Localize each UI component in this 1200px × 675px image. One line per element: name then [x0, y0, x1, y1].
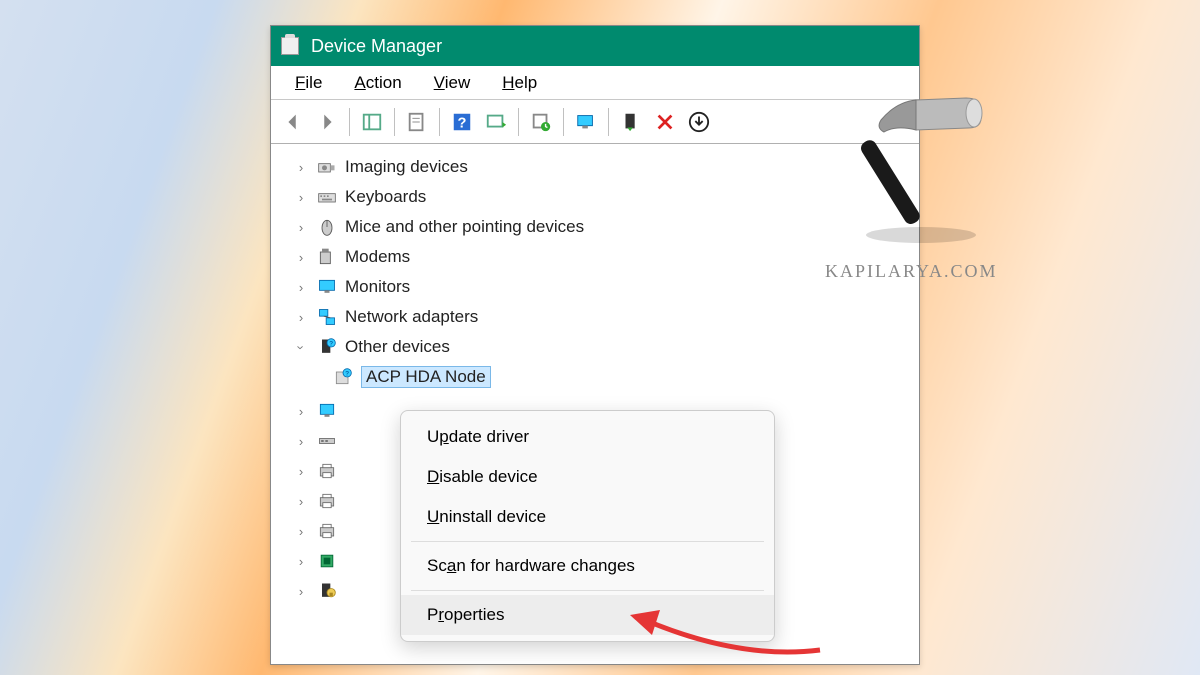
expand-icon[interactable]: › — [293, 160, 309, 175]
modem-icon — [317, 247, 337, 267]
context-menu: Update driver Disable device Uninstall d… — [400, 410, 775, 642]
svg-text:?: ? — [458, 115, 467, 131]
menu-view[interactable]: View — [418, 69, 487, 97]
ctx-uninstall-device[interactable]: Uninstall device — [401, 497, 774, 537]
tree-label: Modems — [345, 247, 410, 267]
expand-icon[interactable]: › — [293, 464, 309, 479]
mouse-icon — [317, 217, 337, 237]
expand-icon[interactable]: › — [293, 584, 309, 599]
monitor-icon — [317, 277, 337, 297]
titlebar[interactable]: Device Manager — [271, 26, 919, 66]
tree-label-selected: ACP HDA Node — [361, 366, 491, 388]
expand-icon[interactable]: › — [293, 554, 309, 569]
menubar: File Action View Help — [271, 66, 919, 100]
tree-item-other-devices[interactable]: › ? Other devices — [289, 332, 919, 362]
toolbar: ? — [271, 100, 919, 144]
camera-icon — [317, 157, 337, 177]
tree-label: Network adapters — [345, 307, 478, 327]
menu-action[interactable]: Action — [338, 69, 417, 97]
port-icon — [317, 431, 337, 451]
ctx-update-driver[interactable]: Update driver — [401, 417, 774, 457]
expand-icon[interactable]: › — [293, 404, 309, 419]
expand-icon[interactable]: › — [293, 310, 309, 325]
toolbar-separator — [608, 108, 609, 136]
uninstall-button[interactable] — [649, 106, 681, 138]
unknown-device-icon: ? — [333, 367, 353, 387]
toolbar-separator — [563, 108, 564, 136]
toolbar-separator — [439, 108, 440, 136]
network-icon — [317, 307, 337, 327]
ctx-separator — [411, 590, 764, 591]
collapse-icon[interactable]: › — [294, 339, 309, 355]
watermark: KAPILARYA.COM — [825, 80, 998, 282]
svg-text:?: ? — [329, 340, 333, 347]
expand-icon[interactable]: › — [293, 190, 309, 205]
enable-button[interactable] — [615, 106, 647, 138]
tree-label: Imaging devices — [345, 157, 468, 177]
cpu-icon — [317, 551, 337, 571]
printer-icon — [317, 461, 337, 481]
expand-icon[interactable]: › — [293, 494, 309, 509]
toolbar-separator — [349, 108, 350, 136]
expand-icon[interactable]: › — [293, 524, 309, 539]
tree-label: Monitors — [345, 277, 410, 297]
other-devices-icon: ? — [317, 337, 337, 357]
app-icon — [281, 37, 299, 55]
tree-label: Other devices — [345, 337, 450, 357]
expand-icon[interactable]: › — [293, 434, 309, 449]
menu-help[interactable]: Help — [486, 69, 553, 97]
forward-button[interactable] — [311, 106, 343, 138]
expand-icon[interactable]: › — [293, 250, 309, 265]
ctx-separator — [411, 541, 764, 542]
help-button[interactable]: ? — [446, 106, 478, 138]
properties-button[interactable] — [401, 106, 433, 138]
show-hide-tree-button[interactable] — [356, 106, 388, 138]
download-button[interactable] — [683, 106, 715, 138]
menu-file[interactable]: File — [279, 69, 338, 97]
back-button[interactable] — [277, 106, 309, 138]
expand-icon[interactable]: › — [293, 220, 309, 235]
hammer-icon — [825, 80, 998, 255]
update-driver-button[interactable] — [525, 106, 557, 138]
ctx-scan-hardware[interactable]: Scan for hardware changes — [401, 546, 774, 586]
printer-icon — [317, 521, 337, 541]
toolbar-separator — [394, 108, 395, 136]
tree-item-acp-hda-node[interactable]: ? ACP HDA Node — [289, 362, 919, 392]
tree-item-network[interactable]: › Network adapters — [289, 302, 919, 332]
watermark-text: KAPILARYA.COM — [825, 261, 998, 282]
disable-button[interactable] — [570, 106, 602, 138]
keyboard-icon — [317, 187, 337, 207]
scan-button[interactable] — [480, 106, 512, 138]
svg-text:?: ? — [345, 370, 349, 377]
ctx-properties[interactable]: Properties — [401, 595, 774, 635]
window-title: Device Manager — [311, 36, 442, 57]
tree-label: Mice and other pointing devices — [345, 217, 584, 237]
printer-icon — [317, 491, 337, 511]
expand-icon[interactable]: › — [293, 280, 309, 295]
ctx-disable-device[interactable]: Disable device — [401, 457, 774, 497]
toolbar-separator — [518, 108, 519, 136]
tree-label: Keyboards — [345, 187, 426, 207]
security-icon — [317, 581, 337, 601]
pc-icon — [317, 401, 337, 421]
